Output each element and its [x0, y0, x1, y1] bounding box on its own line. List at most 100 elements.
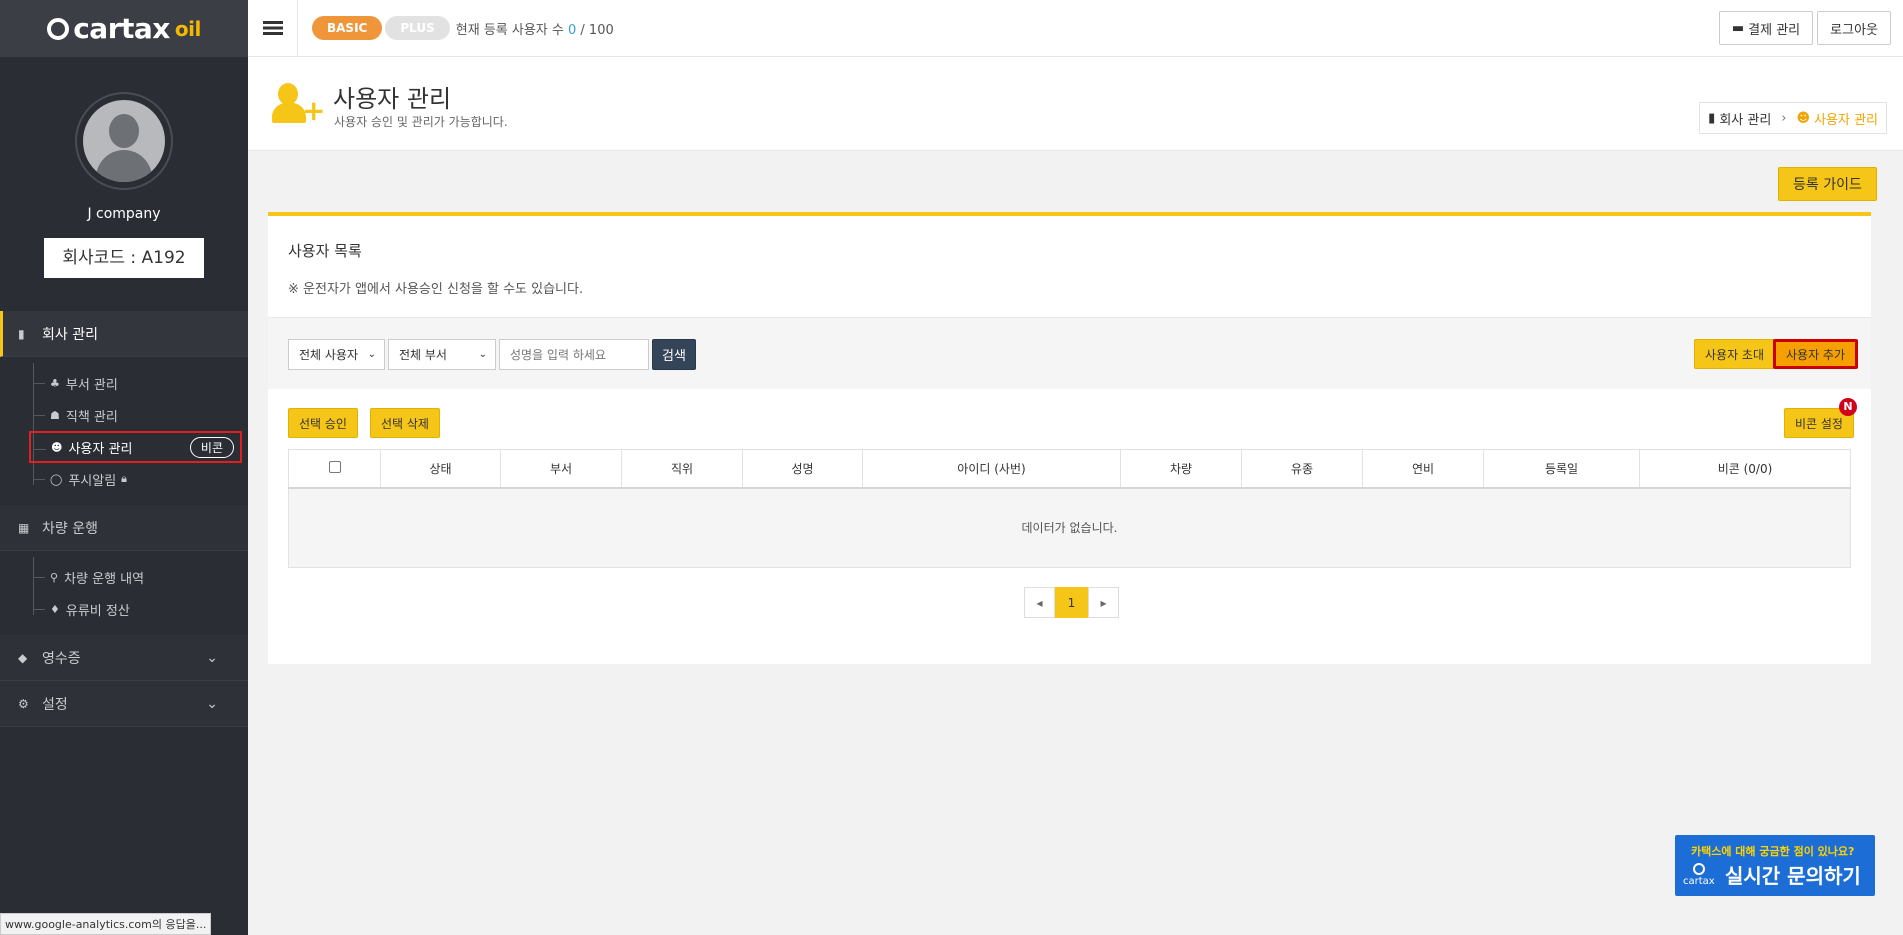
- search-button[interactable]: 검색: [652, 339, 696, 370]
- sidebar-item-dept[interactable]: ♣ 부서 관리: [30, 367, 248, 399]
- menu-toggle-button[interactable]: [248, 0, 298, 57]
- page-header: + 사용자 관리 사용자 승인 및 관리가 가능합니다. ▮ 회사 관리 › ☻…: [248, 57, 1903, 151]
- company-code: 회사코드 : A192: [44, 238, 204, 278]
- sidebar-item-label: 푸시알림: [68, 473, 117, 489]
- avatar: [75, 92, 173, 190]
- logo-bar: cartax oil: [0, 0, 248, 57]
- sidebar-item-settings[interactable]: ⚙ 설정 ⌄: [0, 681, 248, 727]
- sidebar-item-push[interactable]: ◯ 푸시알림 🔒︎: [30, 463, 248, 495]
- user-count-label: 현재 등록 사용자 수: [455, 22, 564, 38]
- registration-guide-button[interactable]: 등록 가이드: [1778, 167, 1877, 201]
- sidebar-item-vehicle[interactable]: ▦ 차량 운행: [0, 505, 248, 551]
- user-plus-icon: ☻: [51, 440, 63, 454]
- building-icon: ▮: [1708, 110, 1716, 126]
- select-all-checkbox[interactable]: [328, 460, 341, 473]
- plan-plus-badge[interactable]: PLUS: [385, 16, 450, 40]
- user-silhouette-icon: [83, 100, 165, 182]
- user-count-max: / 100: [580, 22, 614, 38]
- sidebar-item-label: 차량 운행 내역: [64, 571, 145, 587]
- logout-button[interactable]: 로그아웃: [1817, 11, 1891, 45]
- payment-button[interactable]: ▬ 결제 관리: [1718, 11, 1814, 45]
- col-status[interactable]: 상태: [380, 449, 501, 489]
- breadcrumb-root[interactable]: 회사 관리: [1719, 109, 1771, 128]
- invite-user-button[interactable]: 사용자 초대: [1694, 339, 1776, 369]
- select-all-cell: [288, 449, 381, 489]
- gears-icon: ⚙: [18, 696, 29, 711]
- user-add-icon: +: [272, 83, 325, 125]
- prev-page-button[interactable]: ◂: [1024, 587, 1055, 618]
- cartax-ring-icon: [1692, 863, 1705, 875]
- sidebar-item-position[interactable]: ☗ 직책 관리: [30, 399, 248, 431]
- company-name: J company: [87, 206, 161, 222]
- next-page-button[interactable]: ▸: [1088, 587, 1119, 618]
- user-filter-select[interactable]: 전체 사용자 ⌄: [288, 339, 385, 370]
- sidebar-item-label: 설정: [42, 696, 68, 713]
- sidebar-item-label: 직책 관리: [65, 409, 118, 425]
- logo-ring-icon: [47, 17, 70, 40]
- top-actions: ▬ 결제 관리 로그아웃: [1718, 11, 1891, 45]
- topbar: BASIC PLUS 현재 등록 사용자 수 0 / 100 ▬ 결제 관리 로…: [248, 0, 1903, 57]
- lock-icon: 🔒︎: [121, 472, 128, 485]
- tag-icon: ◆: [18, 650, 28, 665]
- logo-text: cartax: [73, 12, 170, 45]
- beacon-pill[interactable]: 비콘: [189, 436, 234, 458]
- live-chat-widget[interactable]: 카택스에 대해 궁금한 점이 있나요? cartax 실시간 문의하기: [1675, 835, 1875, 896]
- dept-filter-value: 전체 부서: [399, 348, 447, 362]
- empty-message: 데이터가 없습니다.: [288, 487, 1851, 568]
- building-icon: ▮: [18, 326, 25, 341]
- map-marker-icon: ⚲: [50, 570, 59, 584]
- col-id[interactable]: 아이디 (사번): [862, 449, 1121, 489]
- payment-label: 결제 관리: [1748, 22, 1801, 38]
- col-position[interactable]: 직위: [621, 449, 743, 489]
- col-reg-date[interactable]: 등록일: [1483, 449, 1640, 489]
- sidebar-nav: ▮ 회사 관리 ♣ 부서 관리 ☗ 직책 관리 ☻ 사용자 관리 비콘 ◯ 푸시…: [0, 311, 248, 727]
- user-filter-value: 전체 사용자: [299, 348, 359, 362]
- sidebar-item-fuel[interactable]: ♦ 유류비 정산: [30, 593, 248, 625]
- page-subtitle: 사용자 승인 및 관리가 가능합니다.: [334, 115, 508, 129]
- sidebar-item-label: 회사 관리: [42, 326, 98, 343]
- user-list-panel: 사용자 목록 ※ 운전자가 앱에서 사용승인 신청을 할 수도 있습니다. 전체…: [268, 212, 1871, 664]
- page-number[interactable]: 1: [1055, 587, 1088, 618]
- credit-card-icon: ▬: [1731, 20, 1745, 36]
- company-submenu: ♣ 부서 관리 ☗ 직책 관리 ☻ 사용자 관리 비콘 ◯ 푸시알림 🔒︎: [0, 357, 248, 505]
- logo-suffix: oil: [174, 16, 201, 41]
- chevron-down-icon: ⌄: [367, 349, 376, 360]
- sidebar: cartax oil J company 회사코드 : A192 ▮ 회사 관리…: [0, 0, 248, 935]
- panel-title: 사용자 목록: [288, 242, 362, 260]
- sidebar-item-label: 영수증: [42, 650, 81, 667]
- comment-icon: ◯: [50, 472, 63, 486]
- list-icon: [262, 21, 283, 35]
- cartax-logo[interactable]: cartax oil: [47, 12, 201, 45]
- pagination: ◂ 1 ▸: [1024, 587, 1119, 618]
- chevron-down-icon: ⌄: [206, 649, 218, 666]
- sidebar-item-company[interactable]: ▮ 회사 관리: [0, 311, 248, 357]
- sitemap-icon: ♣: [50, 376, 60, 390]
- sidebar-item-receipt[interactable]: ◆ 영수증 ⌄: [0, 635, 248, 681]
- col-beacon[interactable]: 비콘 (0/0): [1639, 449, 1851, 489]
- dept-filter-select[interactable]: 전체 부서 ⌄: [388, 339, 496, 370]
- map-icon: ▦: [18, 520, 30, 535]
- col-name[interactable]: 성명: [742, 449, 863, 489]
- sidebar-item-label: 유류비 정산: [65, 603, 130, 619]
- plan-basic-badge[interactable]: BASIC: [312, 16, 383, 40]
- user-count-current: 0: [567, 22, 577, 38]
- name-search-input[interactable]: [499, 339, 649, 370]
- delete-selected-button[interactable]: 선택 삭제: [369, 408, 440, 438]
- profile: J company 회사코드 : A192: [0, 57, 248, 278]
- panel-note: ※ 운전자가 앱에서 사용승인 신청을 할 수도 있습니다.: [288, 282, 584, 297]
- col-dept[interactable]: 부서: [500, 449, 622, 489]
- col-efficiency[interactable]: 연비: [1362, 449, 1484, 489]
- approve-selected-button[interactable]: 선택 승인: [288, 408, 358, 438]
- col-fuel-type[interactable]: 유종: [1241, 449, 1363, 489]
- sidebar-item-drive-log[interactable]: ⚲ 차량 운행 내역: [30, 561, 248, 593]
- table-row: 데이터가 없습니다.: [288, 487, 1851, 568]
- sidebar-item-users[interactable]: ☻ 사용자 관리 비콘: [29, 431, 242, 463]
- chevron-down-icon: ⌄: [478, 349, 487, 360]
- col-vehicle[interactable]: 차량: [1120, 449, 1242, 489]
- sidebar-item-label: 부서 관리: [65, 377, 118, 393]
- add-user-button[interactable]: 사용자 추가: [1773, 339, 1859, 369]
- sidebar-item-label: 차량 운행: [42, 520, 98, 537]
- chevron-right-icon: ›: [1781, 110, 1787, 126]
- breadcrumb-current: 사용자 관리: [1814, 112, 1878, 128]
- table-header-row: 상태 부서 직위 성명 아이디 (사번) 차량 유종 연비 등록일 비콘 (0/…: [288, 449, 1851, 489]
